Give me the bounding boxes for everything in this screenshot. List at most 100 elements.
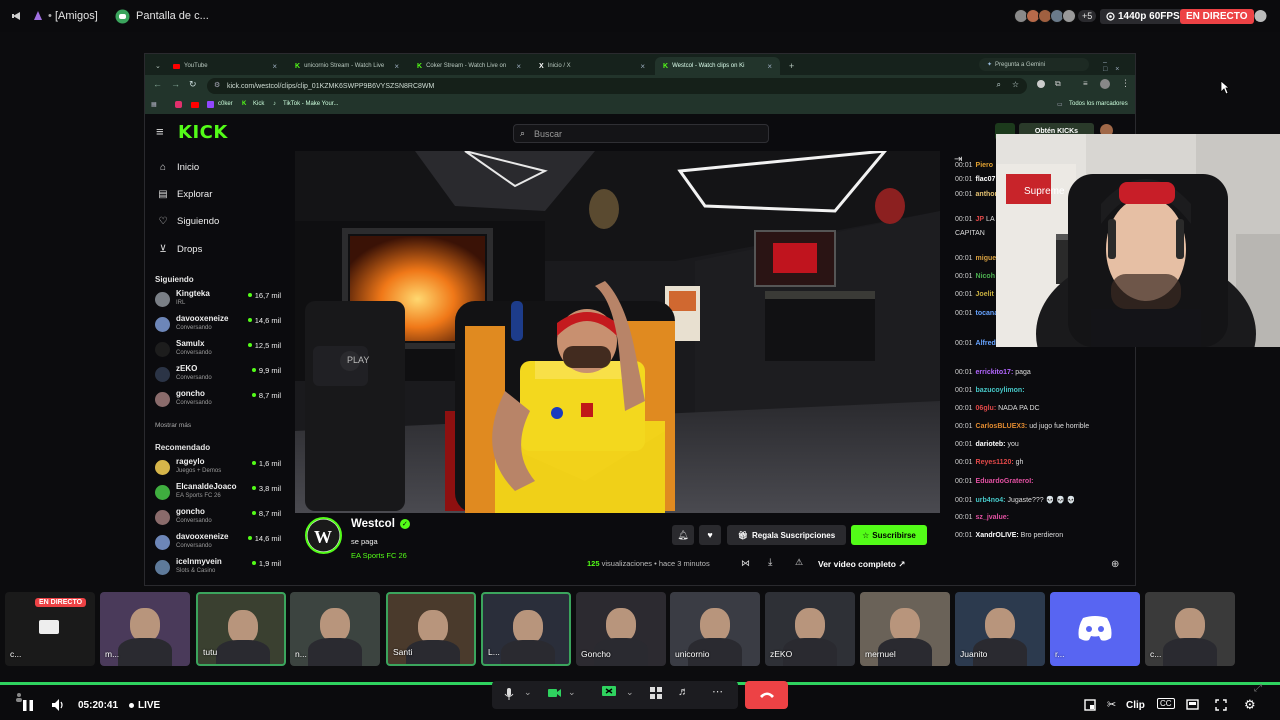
- tab-coker[interactable]: K Coker Stream - Watch Live on ×: [409, 57, 529, 75]
- chat-user[interactable]: Reyes1120:: [976, 459, 1014, 466]
- follow-heart-button[interactable]: ♥: [699, 525, 721, 545]
- sidebar-item-drops[interactable]: ⊻ Drops: [157, 244, 202, 255]
- tab-x[interactable]: X Inicio / X ×: [531, 57, 653, 75]
- channel-item[interactable]: ElcanaldeJoaco EA Sports FC 26 3,8 mil: [155, 481, 281, 506]
- watch-full-video-link[interactable]: Ver video completo ↗: [818, 559, 905, 570]
- bookmark-c0ker[interactable]: c0ker: [218, 101, 233, 107]
- back-icon[interactable]: [10, 0, 24, 32]
- subscribe-button[interactable]: ☆ Suscribirse: [851, 525, 927, 545]
- chevron-down-icon[interactable]: ⌄: [568, 687, 576, 698]
- settings-gear-icon[interactable]: ⚙: [1244, 697, 1256, 713]
- participant-tile[interactable]: n...: [290, 592, 380, 666]
- show-more-link[interactable]: Mostrar más: [155, 422, 191, 429]
- bookmark-star-icon[interactable]: ☆: [1012, 80, 1019, 89]
- channel-item[interactable]: davooxeneize Conversando 14,6 mil: [155, 313, 281, 338]
- more-options-icon[interactable]: ⋯: [712, 685, 723, 698]
- theater-mode-icon[interactable]: [1186, 699, 1199, 710]
- expand-icon[interactable]: ⤢: [1254, 683, 1262, 694]
- bookmark-kick[interactable]: Kick: [253, 101, 264, 107]
- participant-tile[interactable]: EN DIRECTO c...: [5, 592, 95, 666]
- participant-tile[interactable]: unicornio: [670, 592, 760, 666]
- participant-tile[interactable]: mernuel: [860, 592, 950, 666]
- tab-unicornio[interactable]: K unicornio Stream - Watch Live ×: [287, 57, 407, 75]
- chevron-down-icon[interactable]: ⌄: [524, 687, 532, 698]
- close-icon[interactable]: ×: [394, 62, 399, 71]
- chat-user[interactable]: miguel: [976, 255, 999, 262]
- participant-tile[interactable]: r...: [1050, 592, 1140, 666]
- participant-tile[interactable]: Santi: [386, 592, 476, 666]
- participant-tile[interactable]: Goncho: [576, 592, 666, 666]
- chat-user[interactable]: EduardoGrateroI:: [976, 478, 1034, 485]
- bookmark-tiktok[interactable]: TikTok - Make Your...: [283, 101, 338, 107]
- chat-user[interactable]: urb4no4:: [976, 497, 1006, 504]
- pause-icon[interactable]: [22, 699, 34, 712]
- server-name[interactable]: [Amigos]: [55, 0, 98, 32]
- captions-icon[interactable]: CC: [1157, 698, 1175, 709]
- screen-share-icon[interactable]: [602, 686, 616, 698]
- zoom-chat-icon[interactable]: ⊕: [1111, 559, 1119, 570]
- profile-avatar[interactable]: [1100, 79, 1110, 89]
- chat-user[interactable]: darioteb:: [976, 441, 1006, 448]
- kebab-menu-icon[interactable]: ⋮: [1121, 78, 1130, 89]
- popout-icon[interactable]: [1084, 699, 1096, 711]
- camera-icon[interactable]: [548, 688, 562, 698]
- game-link[interactable]: EA Sports FC 26: [351, 551, 407, 560]
- new-tab-button[interactable]: +: [781, 57, 797, 75]
- participant-tile[interactable]: L...: [481, 592, 571, 666]
- report-icon[interactable]: ⚠: [795, 557, 803, 568]
- clip-video-player[interactable]: PLAY: [295, 151, 940, 513]
- sidebar-item-explorar[interactable]: ▤ Explorar: [157, 189, 212, 200]
- chat-user[interactable]: JP: [976, 216, 985, 223]
- chat-user[interactable]: Joelit: [976, 291, 994, 298]
- chat-user[interactable]: CarlosBLUEX3:: [976, 423, 1028, 430]
- menu-lines-icon[interactable]: ≡: [1083, 79, 1088, 88]
- chat-user[interactable]: bazucoylimon:: [976, 387, 1025, 394]
- share-icon[interactable]: ⋈: [741, 558, 750, 569]
- twitch-icon[interactable]: [207, 101, 214, 108]
- zoom-icon[interactable]: ⌕: [997, 80, 1001, 90]
- channel-item[interactable]: icelnmyvein Slots & Casino 1,9 mil: [155, 556, 281, 581]
- chat-user[interactable]: XandrOLIVE:: [976, 532, 1019, 539]
- chat-user[interactable]: Nicoh: [976, 273, 995, 280]
- search-input[interactable]: ⌕ Buscar: [513, 124, 769, 143]
- kick-logo[interactable]: KICK: [178, 122, 228, 143]
- sidebar-item-siguiendo[interactable]: ♡ Siguiendo: [157, 216, 220, 227]
- channel-avatar[interactable]: W: [305, 517, 342, 554]
- hamburger-menu-icon[interactable]: ≡: [156, 124, 164, 139]
- clip-button[interactable]: Clip: [1126, 700, 1145, 711]
- participant-tile[interactable]: Juanito: [955, 592, 1045, 666]
- extension-icon[interactable]: [1037, 80, 1045, 88]
- channel-item[interactable]: Kingteka IRL 16,7 mil: [155, 288, 281, 313]
- all-bookmarks[interactable]: Todos los marcadores: [1069, 101, 1128, 107]
- activities-icon[interactable]: [650, 687, 662, 699]
- channel-name[interactable]: Westcol ✓: [351, 518, 410, 530]
- apps-icon[interactable]: ▦: [151, 101, 157, 108]
- channel-name[interactable]: Pantalla de c...: [136, 0, 209, 32]
- bell-button[interactable]: 🔔︎: [672, 525, 694, 545]
- instagram-icon[interactable]: [175, 101, 182, 108]
- channel-item[interactable]: zEKO Conversando 9,9 mil: [155, 363, 281, 388]
- channel-item[interactable]: goncho Conversando 8,7 mil: [155, 506, 281, 531]
- chat-bubble-icon[interactable]: [1253, 0, 1268, 32]
- volume-icon[interactable]: [51, 698, 65, 712]
- close-icon[interactable]: ×: [767, 62, 772, 71]
- forward-arrow-icon[interactable]: →: [171, 79, 180, 89]
- soundboard-icon[interactable]: ♬: [678, 686, 689, 698]
- close-icon[interactable]: ×: [516, 62, 521, 71]
- disconnect-button[interactable]: [745, 681, 788, 709]
- channel-item[interactable]: davooxeneize Conversando 14,6 mil: [155, 531, 281, 556]
- gift-subs-button[interactable]: 🎁︎ Regala Suscripciones: [727, 525, 846, 545]
- chat-user[interactable]: Piero: [976, 162, 994, 169]
- tab-youtube[interactable]: YouTube ×: [165, 57, 285, 75]
- close-icon[interactable]: ×: [272, 62, 277, 71]
- channel-item[interactable]: goncho Conversando 8,7 mil: [155, 388, 281, 413]
- participant-tile[interactable]: zEKO: [765, 592, 855, 666]
- url-bar[interactable]: ⚙ kick.com/westcol/clips/clip_01KZMK6SWP…: [207, 78, 1027, 94]
- reload-icon[interactable]: ↻: [189, 79, 197, 90]
- back-arrow-icon[interactable]: ←: [153, 79, 162, 89]
- scissors-icon[interactable]: ✂: [1107, 698, 1116, 711]
- youtube-icon[interactable]: [191, 102, 199, 108]
- window-controls[interactable]: –□×: [1095, 57, 1135, 75]
- puzzle-icon[interactable]: ⧉: [1055, 79, 1061, 89]
- tab-westcol[interactable]: K Westcol - Watch clips on Ki ×: [655, 57, 780, 75]
